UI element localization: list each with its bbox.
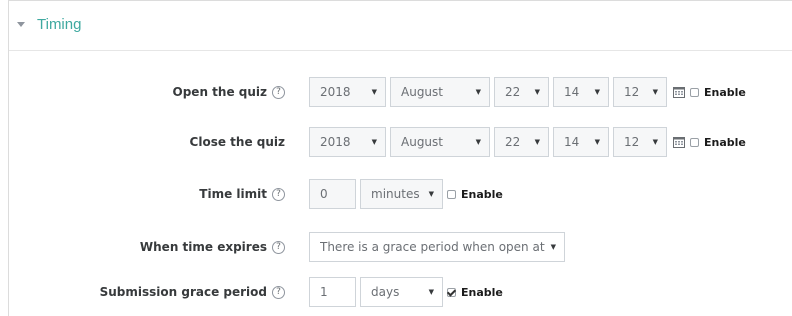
- time-limit-label-text: Time limit: [199, 187, 267, 201]
- open-enable-label: Enable: [704, 85, 746, 99]
- close-day-select[interactable]: 22 ▼: [494, 127, 549, 157]
- close-minute-select[interactable]: 12 ▼: [613, 127, 667, 157]
- open-year-select[interactable]: 2018 ▼: [309, 77, 386, 107]
- open-hour-value: 14: [564, 85, 580, 99]
- dropdown-arrow-icon: ▼: [475, 138, 481, 146]
- time-limit-controls: 0 minutes ▼ Enable: [309, 178, 503, 210]
- close-enable-checkbox[interactable]: [690, 137, 699, 147]
- open-day-value: 22: [505, 85, 521, 99]
- dropdown-arrow-icon: ▼: [475, 88, 481, 96]
- help-icon[interactable]: ?: [272, 285, 285, 299]
- section-header[interactable]: Timing: [9, 9, 81, 39]
- calendar-icon[interactable]: [673, 136, 685, 148]
- grace-period-enable-label: Enable: [461, 285, 503, 299]
- open-quiz-label: Open the quiz ?: [173, 76, 285, 108]
- close-hour-select[interactable]: 14 ▼: [553, 127, 609, 157]
- time-limit-enable-checkbox[interactable]: [447, 189, 456, 199]
- when-expires-label: When time expires ?: [140, 231, 285, 263]
- time-limit-row: Time limit ? 0 minutes ▼ Enable: [9, 178, 792, 210]
- grace-period-unit-select[interactable]: days ▼: [360, 277, 443, 307]
- dropdown-arrow-icon: ▼: [371, 138, 377, 146]
- grace-period-input[interactable]: 1: [309, 277, 356, 307]
- close-month-value: August: [401, 135, 443, 149]
- help-icon[interactable]: ?: [272, 240, 285, 254]
- dropdown-arrow-icon: ▼: [594, 138, 600, 146]
- grace-period-label: Submission grace period ?: [100, 276, 285, 308]
- close-year-value: 2018: [320, 135, 351, 149]
- close-quiz-controls: 2018 ▼ August ▼ 22 ▼ 14 ▼ 12 ▼ Enable: [309, 126, 746, 158]
- dropdown-arrow-icon: ▼: [652, 138, 658, 146]
- open-quiz-row: Open the quiz ? 2018 ▼ August ▼ 22 ▼ 14 …: [9, 76, 792, 108]
- dropdown-arrow-icon: ▼: [428, 190, 434, 198]
- when-expires-controls: There is a grace period when open atte ▼: [309, 231, 569, 263]
- chevron-down-icon[interactable]: [17, 22, 25, 27]
- grace-period-enable-checkbox[interactable]: [447, 287, 456, 297]
- section-divider: [9, 50, 792, 51]
- open-month-select[interactable]: August ▼: [390, 77, 490, 107]
- close-year-select[interactable]: 2018 ▼: [309, 127, 386, 157]
- grace-period-row: Submission grace period ? 1 days ▼ Enabl…: [9, 276, 792, 308]
- when-expires-row: When time expires ? There is a grace per…: [9, 231, 792, 263]
- dropdown-arrow-icon: ▼: [371, 88, 377, 96]
- when-expires-select[interactable]: There is a grace period when open atte ▼: [309, 232, 565, 262]
- close-hour-value: 14: [564, 135, 580, 149]
- open-enable-checkbox[interactable]: [690, 87, 699, 97]
- open-minute-value: 12: [624, 85, 640, 99]
- grace-period-controls: 1 days ▼ Enable: [309, 276, 503, 308]
- dropdown-arrow-icon: ▼: [550, 243, 556, 251]
- calendar-icon[interactable]: [673, 86, 685, 98]
- when-expires-label-text: When time expires: [139, 240, 267, 254]
- dropdown-arrow-icon: ▼: [652, 88, 658, 96]
- close-enable-label: Enable: [704, 135, 746, 149]
- time-limit-enable-label: Enable: [461, 187, 503, 201]
- time-limit-unit-select[interactable]: minutes ▼: [360, 179, 443, 209]
- open-year-value: 2018: [320, 85, 351, 99]
- grace-period-unit-value: days: [371, 285, 400, 299]
- dropdown-arrow-icon: ▼: [534, 88, 540, 96]
- open-quiz-controls: 2018 ▼ August ▼ 22 ▼ 14 ▼ 12 ▼ Enable: [309, 76, 746, 108]
- open-quiz-label-text: Open the quiz: [172, 85, 267, 99]
- time-limit-unit-value: minutes: [371, 187, 420, 201]
- close-quiz-label: Close the quiz: [190, 126, 285, 158]
- open-day-select[interactable]: 22 ▼: [494, 77, 549, 107]
- help-icon[interactable]: ?: [272, 187, 285, 201]
- close-quiz-row: Close the quiz 2018 ▼ August ▼ 22 ▼ 14 ▼…: [9, 126, 792, 158]
- open-hour-select[interactable]: 14 ▼: [553, 77, 609, 107]
- close-day-value: 22: [505, 135, 521, 149]
- when-expires-value: There is a grace period when open atte: [320, 240, 545, 254]
- help-icon[interactable]: ?: [272, 85, 285, 99]
- dropdown-arrow-icon: ▼: [534, 138, 540, 146]
- dropdown-arrow-icon: ▼: [428, 288, 434, 296]
- close-quiz-label-text: Close the quiz: [189, 135, 285, 149]
- close-month-select[interactable]: August ▼: [390, 127, 490, 157]
- timing-section: Timing Open the quiz ? 2018 ▼ August ▼ 2…: [8, 0, 792, 316]
- time-limit-label: Time limit ?: [199, 178, 285, 210]
- grace-period-label-text: Submission grace period: [99, 285, 267, 299]
- time-limit-input[interactable]: 0: [309, 179, 356, 209]
- close-minute-value: 12: [624, 135, 640, 149]
- open-month-value: August: [401, 85, 443, 99]
- open-minute-select[interactable]: 12 ▼: [613, 77, 667, 107]
- section-title[interactable]: Timing: [37, 16, 81, 33]
- dropdown-arrow-icon: ▼: [594, 88, 600, 96]
